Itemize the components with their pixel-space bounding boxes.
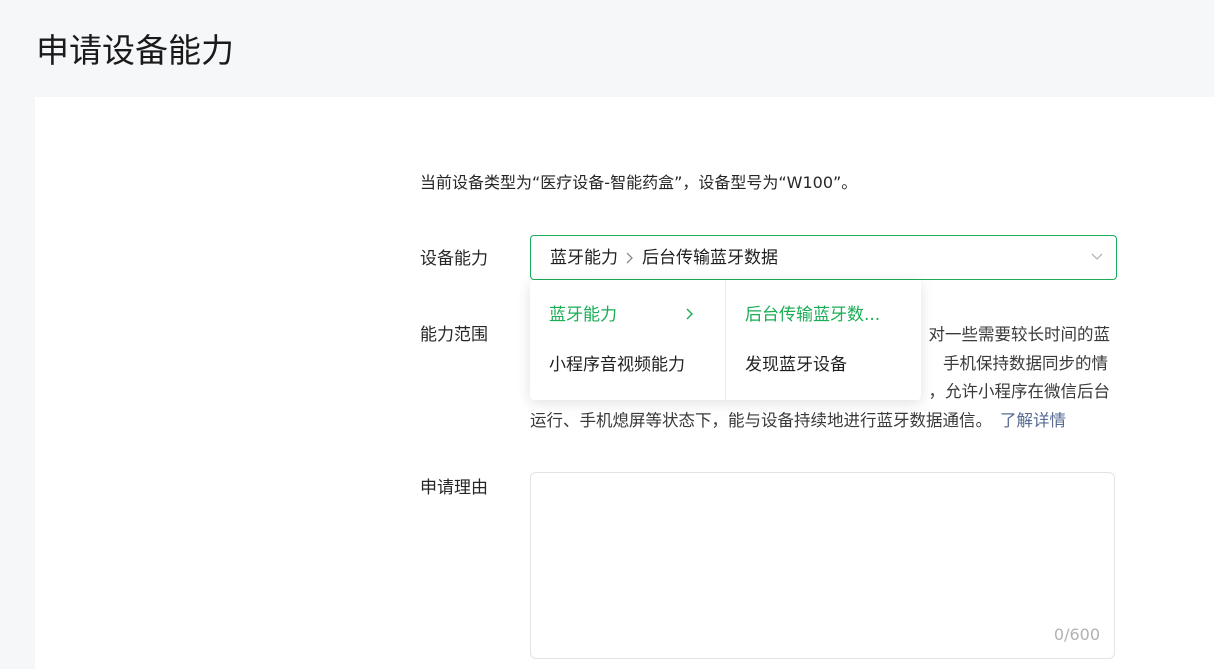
cascader-value-level2: 后台传输蓝牙数据 [642,248,778,268]
capability-cascader[interactable]: 蓝牙能力 后台传输蓝牙数据 [530,235,1117,280]
device-info-text: 当前设备类型为“医疗设备-智能药盒”，设备型号为“W100”。 [420,173,858,192]
cascader-dropdown: 蓝牙能力 小程序音视频能力 后台传输蓝牙数... 发现蓝牙设备 [530,280,921,400]
chevron-down-icon [1091,253,1103,260]
reason-label: 申请理由 [420,478,488,498]
cascader-option-bluetooth[interactable]: 蓝牙能力 [549,302,617,328]
cascader-option-av[interactable]: 小程序音视频能力 [549,352,685,378]
scope-label: 能力范围 [420,325,488,345]
learn-more-link[interactable]: 了解详情 [1000,411,1066,430]
cascader-option-background-transfer[interactable]: 后台传输蓝牙数... [745,302,880,328]
capability-label: 设备能力 [420,249,488,269]
char-counter: 0/600 [1053,625,1100,644]
cascader-option-discover-device[interactable]: 发现蓝牙设备 [745,352,847,378]
chevron-right-icon [626,252,633,264]
cascader-value: 蓝牙能力 后台传输蓝牙数据 [550,247,778,269]
chevron-right-icon [686,308,693,320]
reason-textarea[interactable]: 0/600 [530,472,1115,659]
cascader-column-1: 蓝牙能力 小程序音视频能力 [530,280,726,400]
cascader-column-2: 后台传输蓝牙数... 发现蓝牙设备 [726,280,921,400]
scope-line-4: 运行、手机熄屏等状态下，能与设备持续地进行蓝牙数据通信。 [530,410,992,430]
cascader-value-level1: 蓝牙能力 [550,248,618,268]
page-title: 申请设备能力 [36,31,234,70]
